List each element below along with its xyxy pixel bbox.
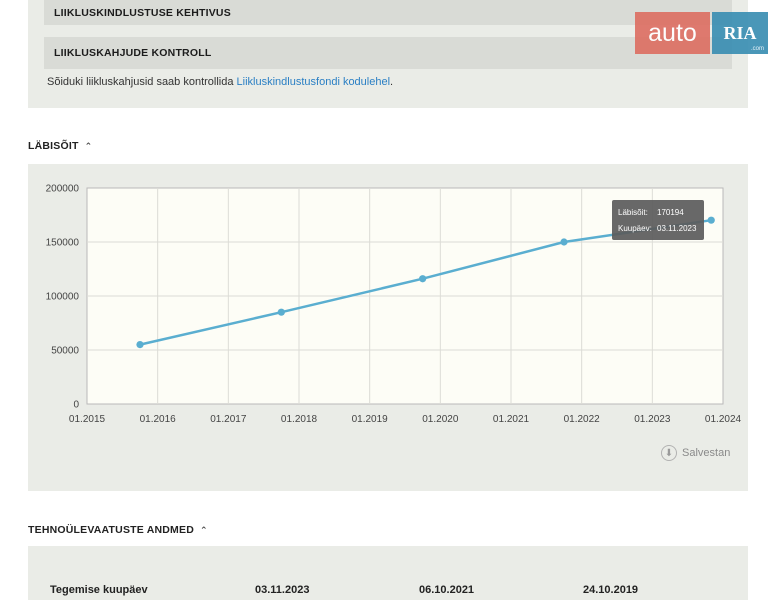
logo-ria-text: RIA .com (712, 12, 768, 54)
save-chart-button[interactable]: ⬇ Salvestan (661, 445, 730, 461)
damage-note-text: Sõiduki liikluskahjusid saab kontrollida (47, 76, 237, 88)
inspection-date-label: Tegemise kuupäev (50, 584, 148, 596)
inspection-date-2: 06.10.2021 (419, 584, 475, 596)
data-point (136, 341, 144, 349)
mileage-heading[interactable]: LÄBISÕIT ⌃ (28, 140, 92, 152)
x-tick-label: 01.2021 (493, 414, 530, 425)
y-axis-ticks: 0 50000 100000 150000 200000 (46, 184, 80, 411)
damage-control-header[interactable]: LIIKLUSKAHJUDE KONTROLL (44, 37, 732, 69)
x-tick-label: 01.2022 (564, 414, 601, 425)
inspection-date-1: 03.11.2023 (255, 584, 310, 596)
data-point (560, 238, 568, 246)
logo-ria-word: RIA (723, 22, 757, 43)
traffic-insurance-fund-link[interactable]: Liikluskindlustusfondi kodulehel (237, 76, 390, 88)
autoria-logo: auto RIA .com (635, 12, 768, 54)
insurance-validity-header[interactable]: LIIKLUSKINDLUSTUSE KEHTIVUS (44, 0, 732, 25)
x-tick-label: 01.2023 (634, 414, 671, 425)
tooltip-date-value: 03.11.2023 (657, 224, 697, 233)
save-label: Salvestan (682, 447, 731, 459)
mileage-chart-panel: 0 50000 100000 150000 200000 01.2015 01.2016 0… (28, 164, 748, 491)
inspections-heading[interactable]: TEHNOÜLEVAATUSTE ANDMED ⌃ (28, 524, 208, 536)
inspection-date-3: 24.10.2019 (583, 584, 639, 596)
y-tick-label: 100000 (46, 292, 80, 303)
mileage-chart: 050000100000150000200000 01.2015 01.2016 0… (46, 184, 742, 426)
logo-auto-text: auto (635, 12, 710, 54)
y-tick-label: 150000 (46, 238, 80, 249)
damage-check-note: Sõiduki liikluskahjusid saab kontrollida… (47, 76, 393, 88)
tooltip-box (612, 200, 704, 240)
y-tick-label: 50000 (51, 346, 79, 357)
download-icon: ⬇ (661, 445, 677, 461)
logo-com-text: .com (750, 46, 764, 52)
data-point (419, 275, 427, 283)
tooltip-mileage-label: Läbisõit: (618, 208, 648, 217)
y-tick-label: 0 (73, 400, 79, 411)
x-tick-label: 01.2024 (705, 414, 742, 425)
x-tick-label: 01.2019 (352, 414, 389, 425)
x-tick-label: 01.2018 (281, 414, 318, 425)
x-axis-ticks: 01.2015 01.2016 01.2017 01.2018 01.2019 01.20… (69, 414, 742, 425)
chevron-up-icon[interactable]: ⌃ (200, 525, 208, 536)
y-tick-label: 200000 (46, 184, 80, 195)
x-tick-label: 01.2020 (422, 414, 459, 425)
data-point (277, 308, 285, 316)
tooltip-mileage-value: 170194 (657, 208, 684, 217)
x-tick-label: 01.2015 (69, 414, 106, 425)
damage-note-end: . (390, 76, 394, 88)
chart-tooltip: Läbisõit: 170194 Kuupäev: 03.11.2023 (612, 200, 704, 240)
inspections-heading-text: TEHNOÜLEVAATUSTE ANDMED (28, 524, 194, 536)
data-point (707, 216, 715, 224)
x-tick-label: 01.2017 (210, 414, 247, 425)
chevron-up-icon[interactable]: ⌃ (85, 141, 93, 152)
x-tick-label: 01.2016 (140, 414, 177, 425)
tooltip-date-label: Kuupäev: (618, 224, 652, 233)
mileage-heading-text: LÄBISÕIT (28, 140, 79, 152)
